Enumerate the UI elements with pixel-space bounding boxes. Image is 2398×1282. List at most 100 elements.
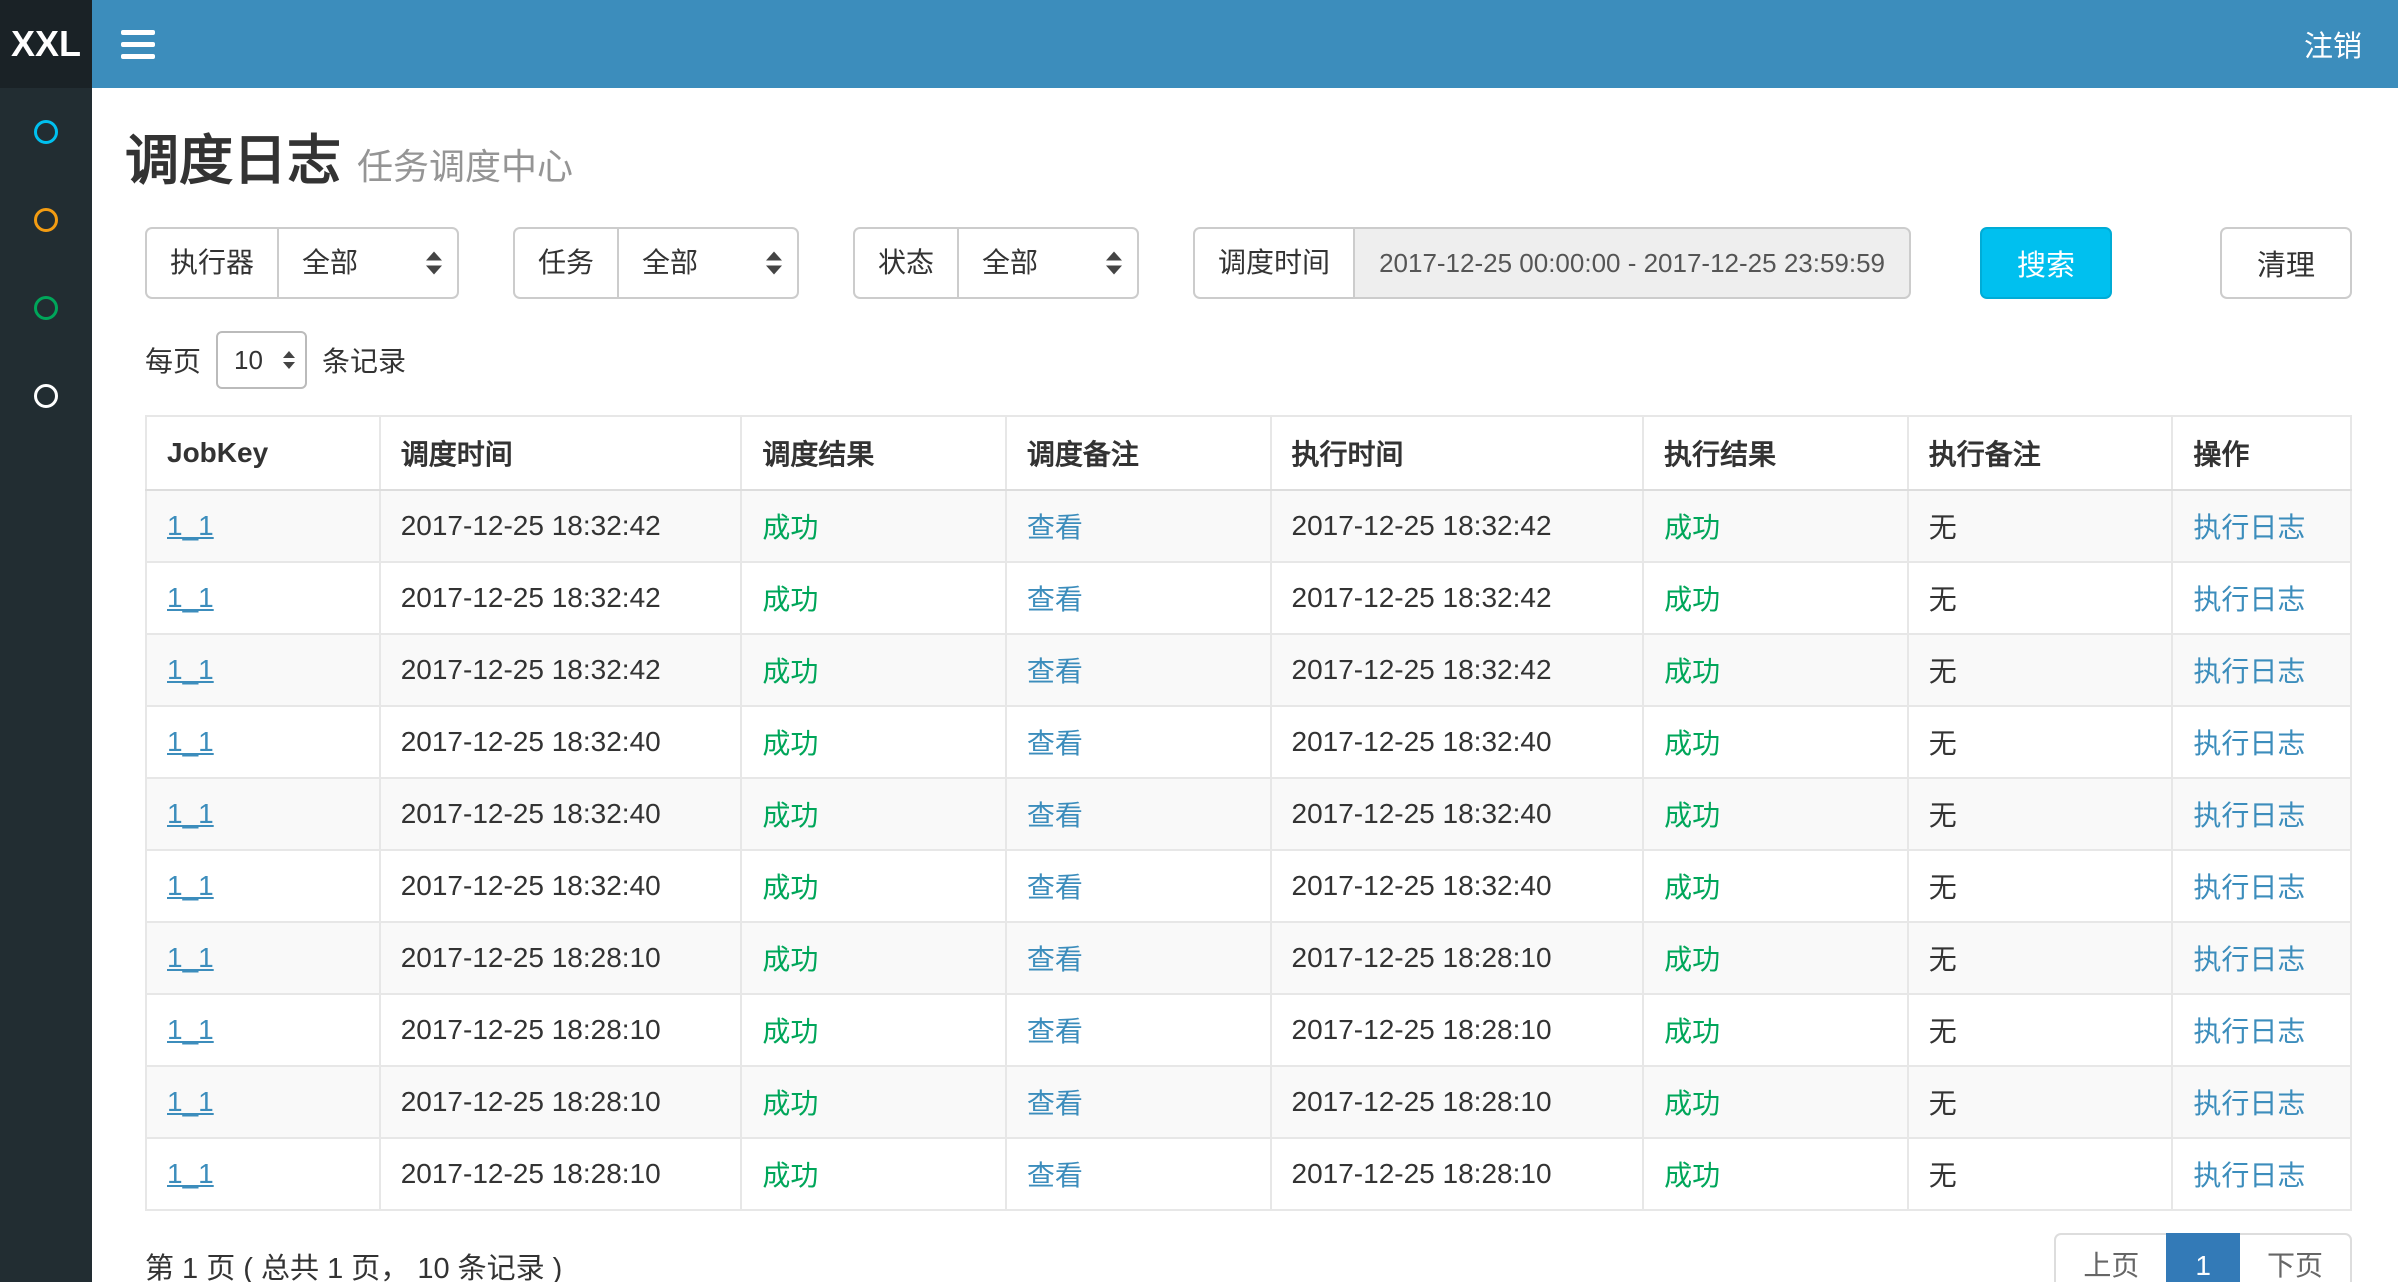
- table-cell: 成功: [741, 490, 1006, 562]
- status-select[interactable]: 全部: [957, 227, 1139, 299]
- log-table-wrap: JobKey调度时间调度结果调度备注执行时间执行结果执行备注操作 1_12017…: [92, 415, 2398, 1211]
- table-cell: 2017-12-25 18:32:42: [1271, 634, 1644, 706]
- pagination-summary: 第 1 页 ( 总共 1 页， 10 条记录 ): [145, 1245, 562, 1282]
- handle-msg-value: 无: [1929, 584, 1957, 615]
- page-subtitle: 任务调度中心: [357, 146, 573, 187]
- table-cell: 成功: [741, 1066, 1006, 1138]
- table-cell: 1_1: [146, 850, 380, 922]
- handle-result-value: 成功: [1664, 1016, 1720, 1047]
- exec-log-link[interactable]: 执行日志: [2193, 800, 2305, 831]
- status-select-value: 全部: [982, 247, 1038, 278]
- jobkey-link[interactable]: 1_1: [167, 510, 214, 541]
- prev-page-button[interactable]: 上页: [2054, 1233, 2168, 1282]
- table-cell: 1_1: [146, 1138, 380, 1210]
- exec-log-link[interactable]: 执行日志: [2193, 728, 2305, 759]
- executor-select[interactable]: 全部: [277, 227, 459, 299]
- table-row: 1_12017-12-25 18:32:40成功查看2017-12-25 18:…: [146, 706, 2351, 778]
- table-cell: 无: [1908, 1138, 2173, 1210]
- col-header-trigger-msg: 调度备注: [1006, 416, 1271, 490]
- sidebar-item-2[interactable]: [0, 176, 92, 264]
- jobkey-link[interactable]: 1_1: [167, 1158, 214, 1189]
- exec-log-link[interactable]: 执行日志: [2193, 584, 2305, 615]
- table-cell: 查看: [1006, 778, 1271, 850]
- table-row: 1_12017-12-25 18:32:42成功查看2017-12-25 18:…: [146, 562, 2351, 634]
- job-select[interactable]: 全部: [617, 227, 799, 299]
- jobkey-link[interactable]: 1_1: [167, 582, 214, 613]
- trigger-msg-link[interactable]: 查看: [1027, 1016, 1083, 1047]
- trigger-msg-link[interactable]: 查看: [1027, 656, 1083, 687]
- exec-log-link[interactable]: 执行日志: [2193, 1016, 2305, 1047]
- table-cell: 成功: [1643, 562, 1908, 634]
- table-cell: 查看: [1006, 994, 1271, 1066]
- col-header-action: 操作: [2172, 416, 2351, 490]
- table-cell: 无: [1908, 778, 2173, 850]
- trigger-result-value: 成功: [762, 872, 818, 903]
- page-1-button[interactable]: 1: [2166, 1233, 2240, 1282]
- table-row: 1_12017-12-25 18:28:10成功查看2017-12-25 18:…: [146, 922, 2351, 994]
- table-cell: 成功: [741, 1138, 1006, 1210]
- trigger-msg-link[interactable]: 查看: [1027, 800, 1083, 831]
- sidebar: [0, 88, 92, 1282]
- handle-result-value: 成功: [1664, 872, 1720, 903]
- table-cell: 1_1: [146, 562, 380, 634]
- trigger-msg-link[interactable]: 查看: [1027, 872, 1083, 903]
- handle-result-value: 成功: [1664, 1088, 1720, 1119]
- trigger-result-value: 成功: [762, 1088, 818, 1119]
- sidebar-item-1[interactable]: [0, 88, 92, 176]
- trigger-time-value: 2017-12-25 18:28:10: [401, 1014, 661, 1045]
- trigger-msg-link[interactable]: 查看: [1027, 584, 1083, 615]
- trigger-msg-link[interactable]: 查看: [1027, 944, 1083, 975]
- exec-log-link[interactable]: 执行日志: [2193, 656, 2305, 687]
- handle-time-value: 2017-12-25 18:32:42: [1292, 654, 1552, 685]
- jobkey-link[interactable]: 1_1: [167, 1014, 214, 1045]
- table-cell: 1_1: [146, 490, 380, 562]
- handle-msg-value: 无: [1929, 872, 1957, 903]
- page-size-select[interactable]: 10: [216, 331, 307, 389]
- jobkey-link[interactable]: 1_1: [167, 798, 214, 829]
- trigger-msg-link[interactable]: 查看: [1027, 512, 1083, 543]
- jobkey-link[interactable]: 1_1: [167, 654, 214, 685]
- trigger-time-range-input[interactable]: 2017-12-25 00:00:00 - 2017-12-25 23:59:5…: [1353, 227, 1911, 299]
- select-arrows-icon: [283, 351, 295, 369]
- jobkey-link[interactable]: 1_1: [167, 942, 214, 973]
- page-size-suffix-label: 条记录: [322, 340, 406, 380]
- next-page-button[interactable]: 下页: [2238, 1233, 2352, 1282]
- top-navbar: XXL 注销: [0, 0, 2398, 88]
- exec-log-link[interactable]: 执行日志: [2193, 872, 2305, 903]
- main-content: 调度日志任务调度中心 执行器 全部 任务 全部 状态 全部 调度时间: [92, 88, 2398, 1282]
- circle-o-icon: [34, 384, 58, 408]
- trigger-time-value: 2017-12-25 18:32:40: [401, 798, 661, 829]
- sidebar-item-4[interactable]: [0, 352, 92, 440]
- exec-log-link[interactable]: 执行日志: [2193, 944, 2305, 975]
- table-cell: 成功: [741, 922, 1006, 994]
- table-cell: 执行日志: [2172, 922, 2351, 994]
- table-cell: 2017-12-25 18:28:10: [380, 1138, 742, 1210]
- brand-logo[interactable]: XXL: [0, 0, 92, 88]
- trigger-time-value: 2017-12-25 18:32:42: [401, 654, 661, 685]
- logout-link[interactable]: 注销: [2268, 0, 2398, 88]
- trigger-msg-link[interactable]: 查看: [1027, 1160, 1083, 1191]
- trigger-time-value: 2017-12-25 18:28:10: [401, 942, 661, 973]
- trigger-msg-link[interactable]: 查看: [1027, 1088, 1083, 1119]
- trigger-result-value: 成功: [762, 584, 818, 615]
- exec-log-link[interactable]: 执行日志: [2193, 1088, 2305, 1119]
- table-row: 1_12017-12-25 18:32:40成功查看2017-12-25 18:…: [146, 778, 2351, 850]
- jobkey-link[interactable]: 1_1: [167, 870, 214, 901]
- table-cell: 执行日志: [2172, 778, 2351, 850]
- table-cell: 成功: [741, 562, 1006, 634]
- table-cell: 2017-12-25 18:32:40: [380, 706, 742, 778]
- jobkey-link[interactable]: 1_1: [167, 1086, 214, 1117]
- exec-log-link[interactable]: 执行日志: [2193, 512, 2305, 543]
- trigger-msg-link[interactable]: 查看: [1027, 728, 1083, 759]
- sidebar-toggle-button[interactable]: [92, 0, 184, 88]
- trigger-time-value: 2017-12-25 18:32:40: [401, 870, 661, 901]
- jobkey-link[interactable]: 1_1: [167, 726, 214, 757]
- trigger-result-value: 成功: [762, 512, 818, 543]
- clear-button[interactable]: 清理: [2220, 227, 2352, 299]
- exec-log-link[interactable]: 执行日志: [2193, 1160, 2305, 1191]
- table-cell: 成功: [1643, 994, 1908, 1066]
- search-button[interactable]: 搜索: [1980, 227, 2112, 299]
- table-row: 1_12017-12-25 18:32:42成功查看2017-12-25 18:…: [146, 634, 2351, 706]
- sidebar-item-3[interactable]: [0, 264, 92, 352]
- handle-msg-value: 无: [1929, 800, 1957, 831]
